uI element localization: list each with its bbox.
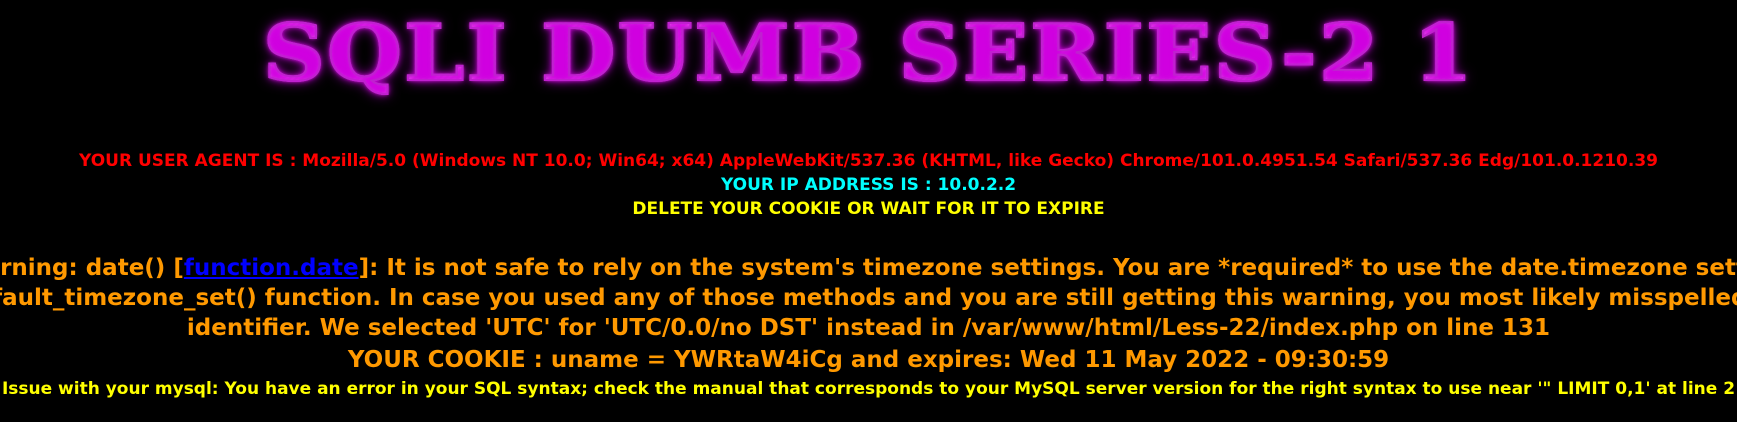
banner-title: SQLI DUMB SERIES-2 1 xyxy=(261,7,1475,100)
user-agent-text: YOUR USER AGENT IS : Mozilla/5.0 (Window… xyxy=(79,151,1658,171)
warning-line-1: Warning: date() [function.date]: It is n… xyxy=(0,253,1737,283)
warning-prefix: Warning: date() [ xyxy=(0,255,184,281)
function-date-link[interactable]: function.date xyxy=(184,255,359,281)
delete-cookie-notice: DELETE YOUR COOKIE OR WAIT FOR IT TO EXP… xyxy=(632,199,1105,219)
warning-line-2: default_timezone_set() function. In case… xyxy=(0,285,1737,311)
warning-line-3: identifier. We selected 'UTC' for 'UTC/0… xyxy=(186,315,1551,341)
warning-line-1-rest: ]: It is not safe to rely on the system'… xyxy=(358,255,1737,281)
page: SQLI DUMB SERIES-2 1 YOUR USER AGENT IS … xyxy=(0,0,1737,422)
ip-address-text: YOUR IP ADDRESS IS : 10.0.2.2 xyxy=(720,175,1017,195)
cookie-value-text: YOUR COOKIE : uname = YWRtaW4iCg and exp… xyxy=(347,347,1390,373)
mysql-error-text: Issue with your mysql: You have an error… xyxy=(1,379,1736,399)
php-warning: Warning: date() [function.date]: It is n… xyxy=(0,253,1737,343)
banner: SQLI DUMB SERIES-2 1 xyxy=(0,7,1737,100)
